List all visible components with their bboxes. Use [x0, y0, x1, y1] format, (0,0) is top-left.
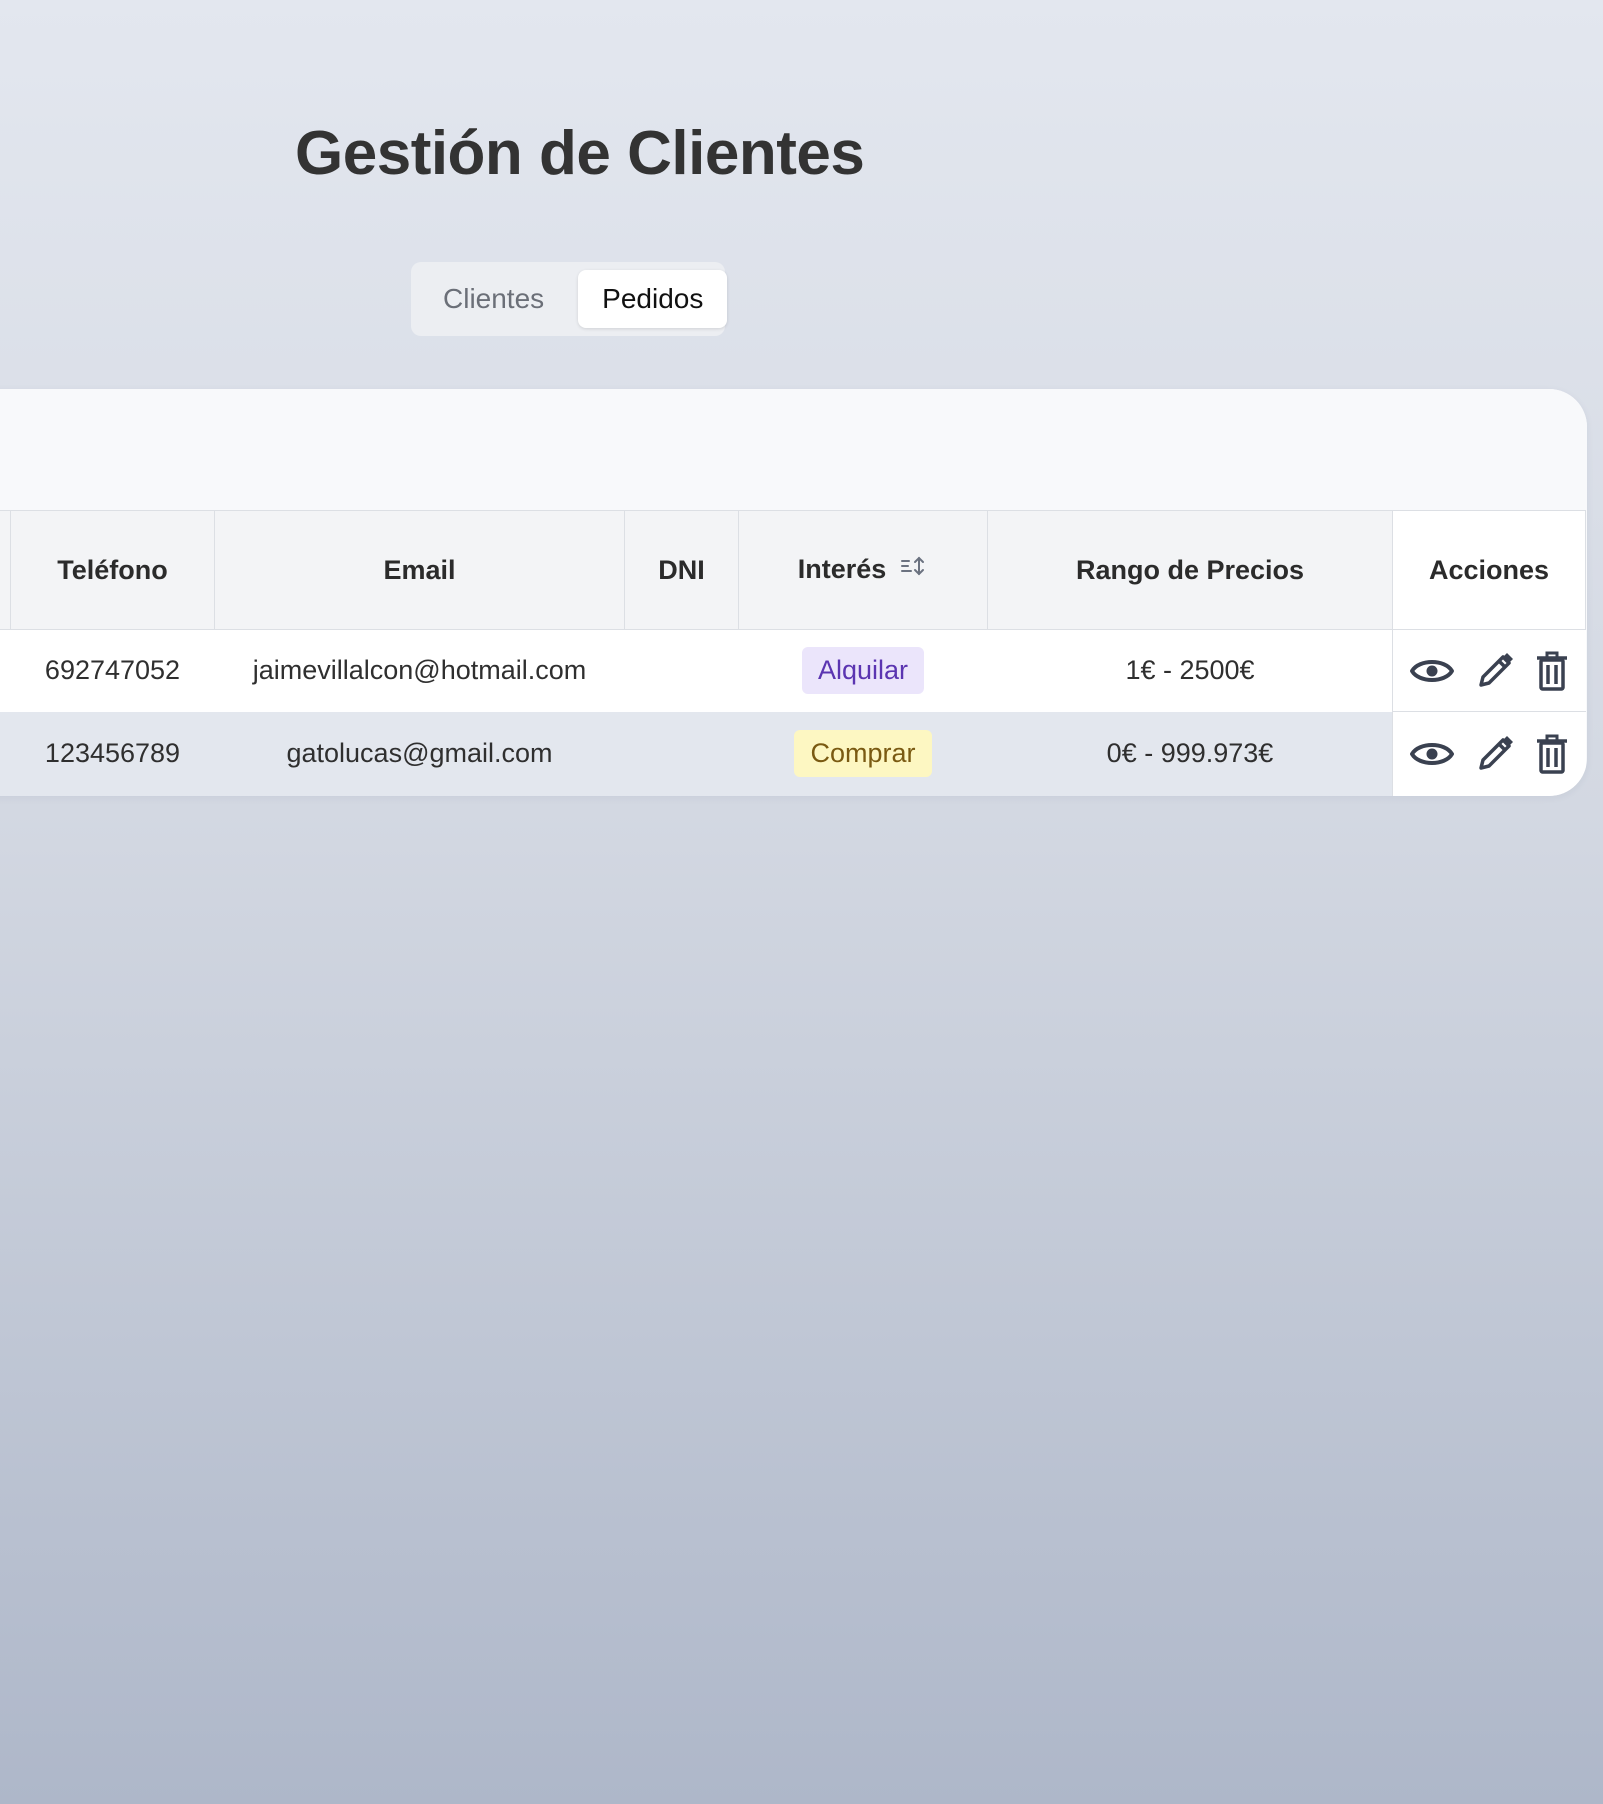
cell-hidden: [0, 711, 11, 796]
cell-telefono: 692747052: [10, 629, 215, 712]
cell-hidden: [0, 629, 11, 712]
column-header-interes[interactable]: Interés: [738, 510, 988, 630]
column-header-email[interactable]: Email: [214, 510, 625, 630]
tab-pedidos[interactable]: Pedidos: [578, 270, 728, 328]
pencil-icon[interactable]: [1475, 651, 1515, 691]
cell-rango-precios: 0€ - 999.973€: [987, 711, 1393, 796]
cell-interes: Alquilar: [738, 629, 988, 712]
interest-badge: Comprar: [794, 730, 932, 778]
trash-icon[interactable]: [1535, 734, 1569, 774]
table-header-row: Teléfono Email DNI Interés Rango de Prec…: [0, 510, 1586, 630]
cell-dni: [624, 711, 739, 796]
column-header-telefono[interactable]: Teléfono: [10, 510, 215, 630]
eye-icon[interactable]: [1409, 654, 1455, 688]
cell-acciones: [1392, 711, 1586, 796]
table-row[interactable]: 123456789 gatolucas@gmail.com Comprar 0€…: [0, 711, 1586, 796]
page-title: Gestión de Clientes: [295, 119, 865, 188]
trash-icon[interactable]: [1535, 651, 1569, 691]
cell-acciones: [1392, 629, 1586, 712]
interest-badge: Alquilar: [801, 647, 925, 695]
cell-dni: [624, 629, 739, 712]
cell-email: gatolucas@gmail.com: [214, 711, 625, 796]
cell-interes: Comprar: [738, 711, 988, 796]
clients-table: Teléfono Email DNI Interés Rango de Prec…: [0, 510, 1586, 796]
view-tabs: Clientes Pedidos: [411, 262, 728, 336]
column-header-acciones: Acciones: [1392, 510, 1586, 630]
tab-clientes[interactable]: Clientes: [419, 270, 568, 328]
column-header-interes-label: Interés: [797, 554, 887, 585]
table-row[interactable]: 692747052 jaimevillalcon@hotmail.com Alq…: [0, 629, 1586, 712]
column-header-dni[interactable]: DNI: [624, 510, 739, 630]
table-toolbar: [0, 389, 1587, 510]
cell-rango-precios: 1€ - 2500€: [987, 629, 1393, 712]
eye-icon[interactable]: [1409, 737, 1455, 771]
cell-email: jaimevillalcon@hotmail.com: [214, 629, 625, 712]
clients-table-card: Teléfono Email DNI Interés Rango de Prec…: [0, 389, 1587, 796]
sort-icon[interactable]: [900, 553, 928, 586]
pencil-icon[interactable]: [1475, 734, 1515, 774]
cell-telefono: 123456789: [10, 711, 215, 796]
column-header-hidden: [0, 510, 11, 630]
column-header-rango-precios[interactable]: Rango de Precios: [987, 510, 1393, 630]
